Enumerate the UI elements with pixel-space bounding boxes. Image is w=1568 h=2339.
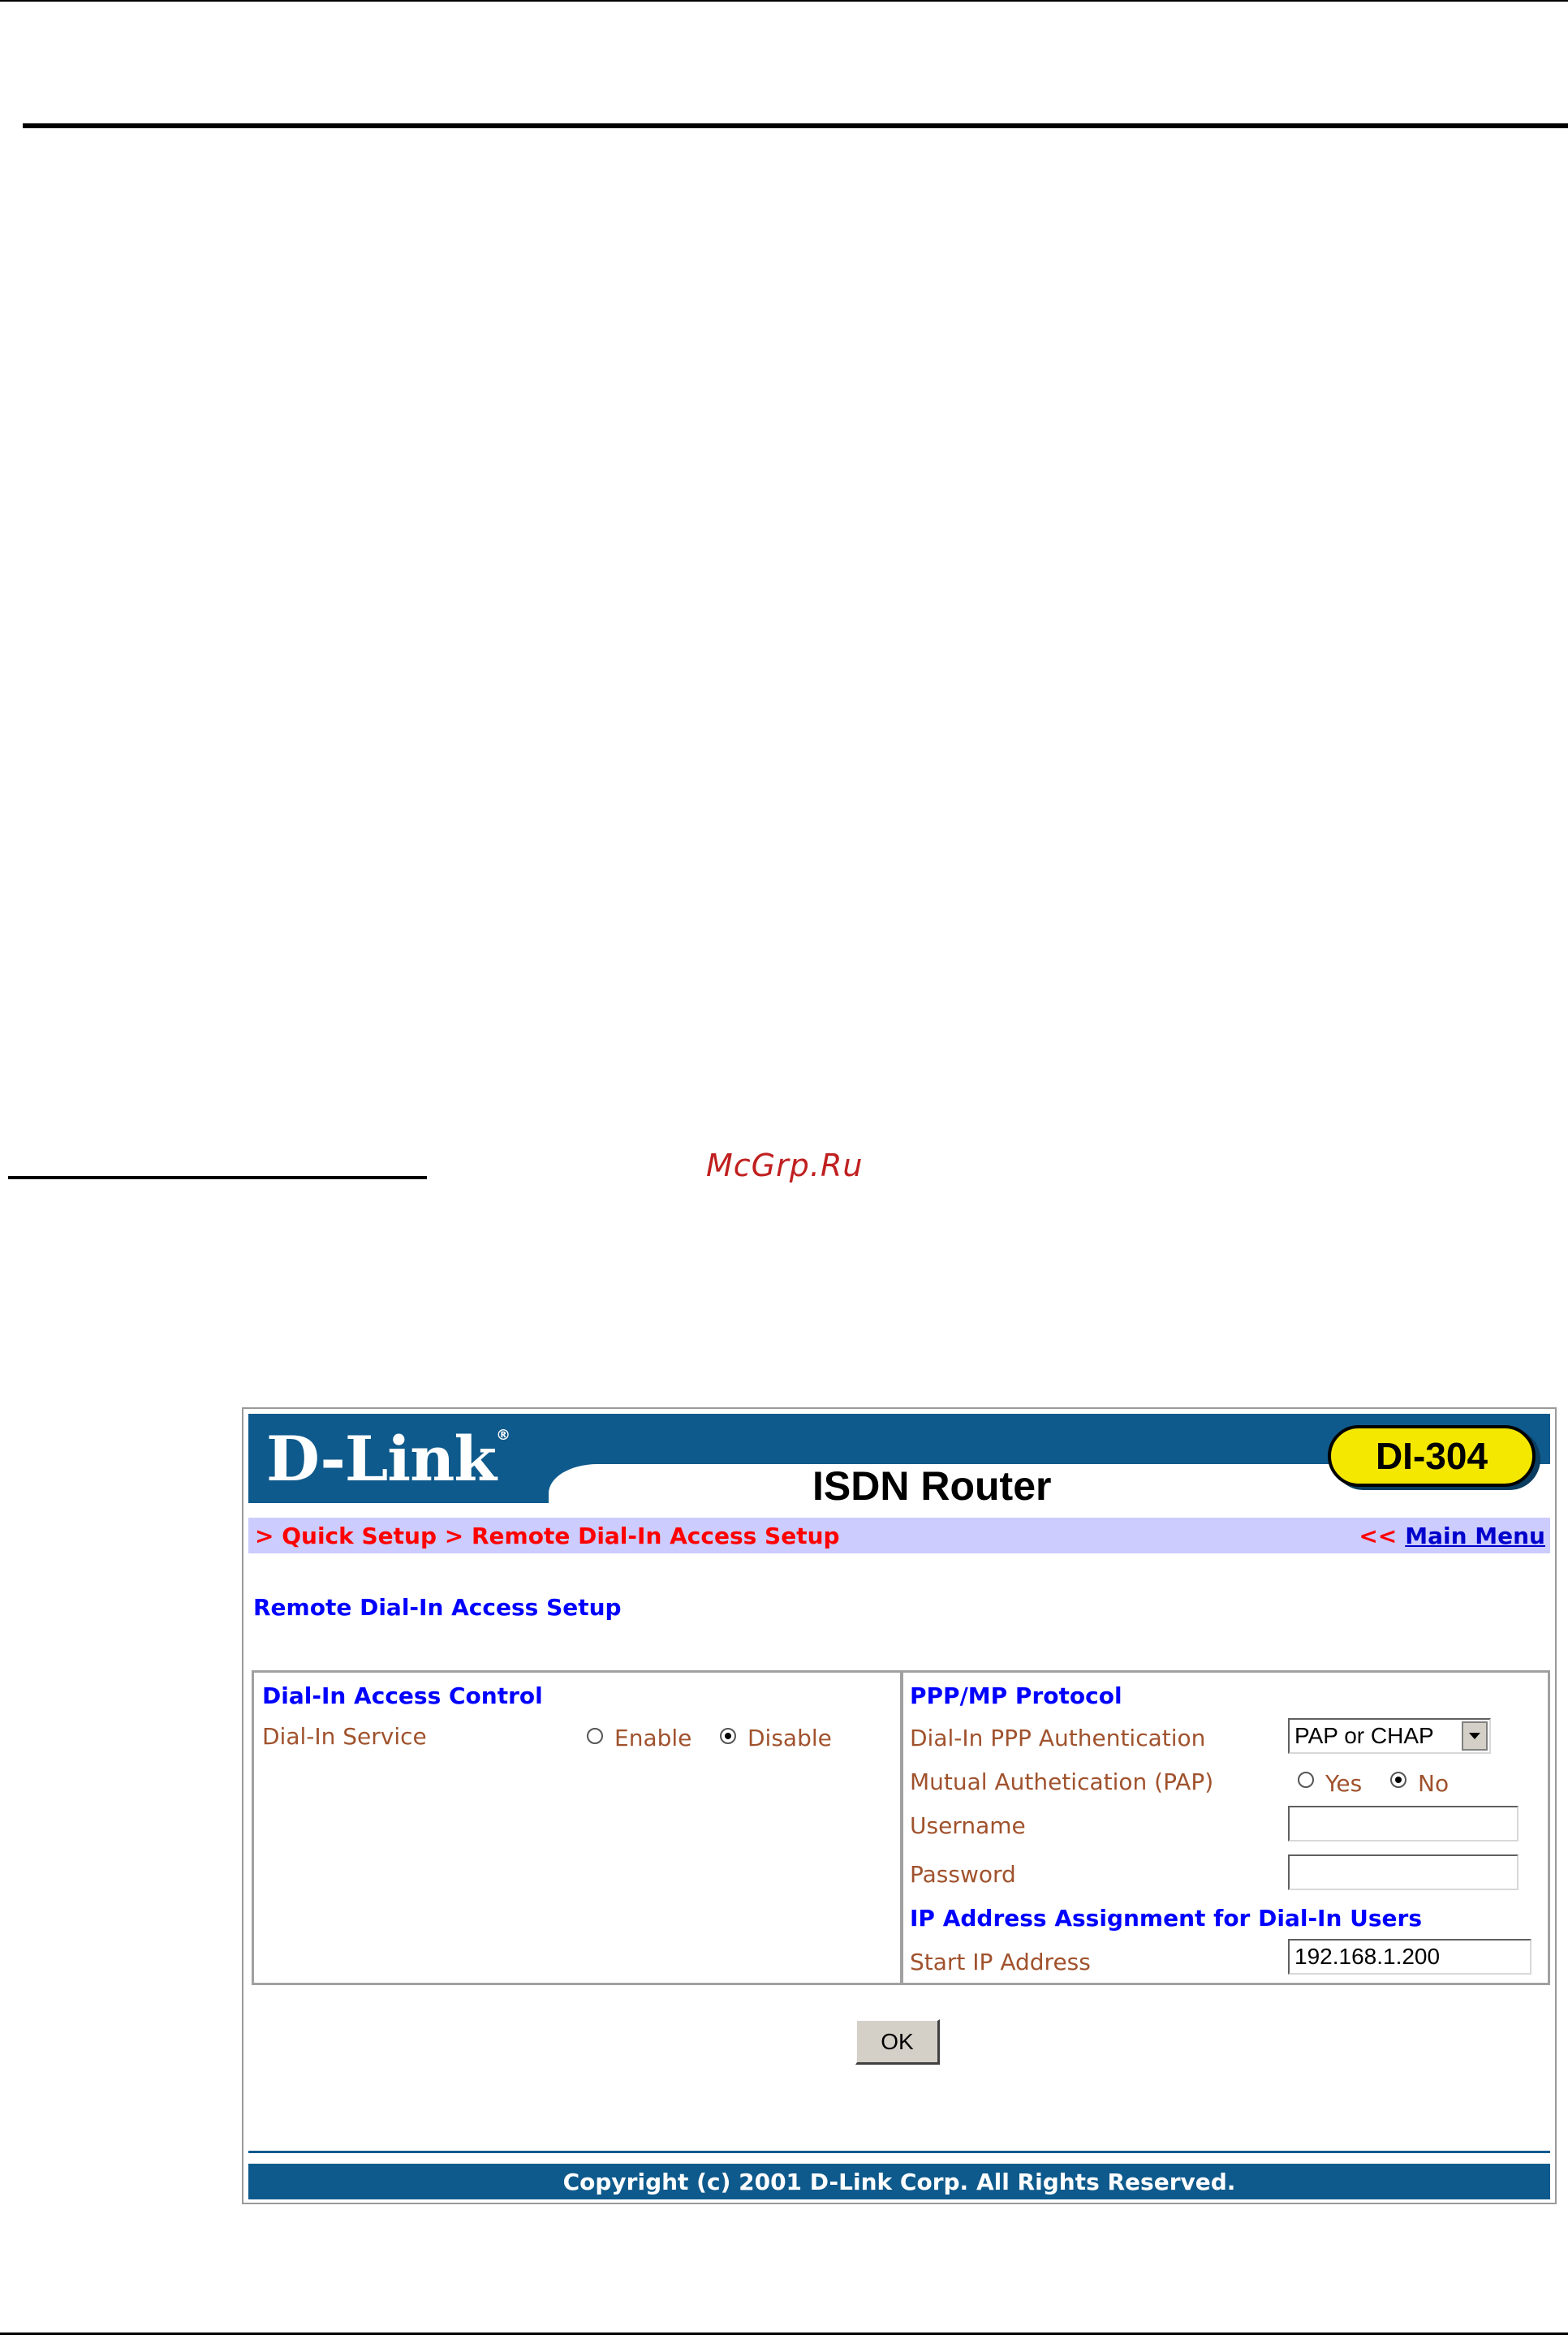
section-rule bbox=[8, 1176, 427, 1179]
logo-text: D-Link bbox=[266, 1423, 497, 1495]
ip-assignment-title: IP Address Assignment for Dial-In Users bbox=[910, 1905, 1423, 1932]
breadcrumb: > Quick Setup > Remote Dial-In Access Se… bbox=[255, 1523, 840, 1549]
watermark-text: McGrp.Ru bbox=[706, 1148, 864, 1183]
username-label: Username bbox=[910, 1812, 1026, 1839]
ppp-protocol-panel: PPP/MP Protocol Dial-In PPP Authenticati… bbox=[901, 1670, 1550, 1985]
back-arrows-icon: << bbox=[1359, 1523, 1398, 1549]
start-ip-label: Start IP Address bbox=[910, 1949, 1091, 1975]
enable-radio[interactable] bbox=[587, 1728, 603, 1744]
username-input[interactable] bbox=[1288, 1806, 1518, 1841]
product-title: ISDN Router bbox=[812, 1463, 1052, 1503]
disable-label: Disable bbox=[747, 1725, 832, 1751]
disable-radio[interactable] bbox=[720, 1728, 736, 1744]
copyright-footer: Copyright (c) 2001 D-Link Corp. All Righ… bbox=[248, 2164, 1550, 2199]
bottom-page-border bbox=[0, 2333, 1568, 2335]
password-input[interactable] bbox=[1288, 1854, 1518, 1890]
start-ip-input[interactable]: 192.168.1.200 bbox=[1288, 1939, 1531, 1975]
ppp-protocol-title: PPP/MP Protocol bbox=[910, 1682, 1122, 1709]
dlink-logo: D-Link® bbox=[266, 1428, 510, 1490]
dial-in-access-panel: Dial-In Access Control Dial-In Service E… bbox=[252, 1670, 902, 1985]
ppp-auth-value: PAP or CHAP bbox=[1294, 1723, 1434, 1748]
main-menu-link[interactable]: Main Menu bbox=[1405, 1523, 1545, 1549]
mutual-yes-radio[interactable] bbox=[1298, 1772, 1314, 1788]
top-page-border bbox=[0, 0, 1568, 2]
enable-label: Enable bbox=[614, 1725, 692, 1751]
mutual-auth-label: Mutual Authetication (PAP) bbox=[910, 1768, 1214, 1795]
ppp-auth-label: Dial-In PPP Authentication bbox=[910, 1725, 1206, 1751]
model-badge: DI-304 bbox=[1328, 1425, 1536, 1487]
mutual-no-label: No bbox=[1418, 1770, 1450, 1797]
mutual-no-radio[interactable] bbox=[1390, 1772, 1406, 1788]
chevron-down-icon[interactable] bbox=[1462, 1721, 1488, 1751]
password-label: Password bbox=[910, 1861, 1016, 1888]
router-screenshot: D-Link® ISDN Router DI-304 > Quick Setup… bbox=[242, 1407, 1557, 2204]
mutual-yes-label: Yes bbox=[1325, 1770, 1363, 1797]
dial-in-access-title: Dial-In Access Control bbox=[262, 1682, 543, 1709]
navigation-bar: > Quick Setup > Remote Dial-In Access Se… bbox=[248, 1518, 1550, 1553]
registered-mark: ® bbox=[496, 1427, 510, 1444]
header-rule bbox=[23, 123, 1568, 128]
ppp-auth-select[interactable]: PAP or CHAP bbox=[1288, 1718, 1491, 1754]
main-menu-nav: << Main Menu bbox=[1359, 1523, 1545, 1549]
header-banner: D-Link® ISDN Router DI-304 bbox=[248, 1414, 1550, 1503]
page-title: Remote Dial-In Access Setup bbox=[253, 1594, 622, 1621]
footer-rule bbox=[248, 2151, 1550, 2153]
dial-in-service-label: Dial-In Service bbox=[262, 1723, 427, 1750]
ok-button[interactable]: OK bbox=[855, 2019, 940, 2065]
